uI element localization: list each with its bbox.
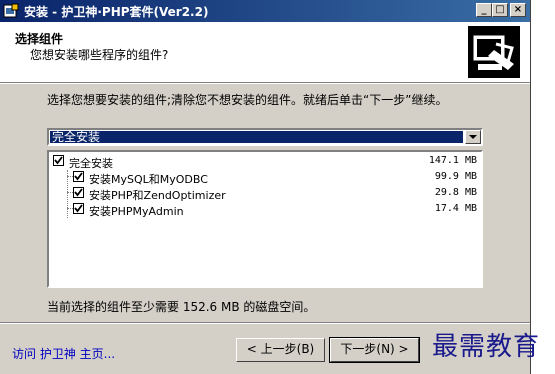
component-label: 安装PHP和ZendOptimizer	[89, 189, 226, 202]
component-checkbox[interactable]	[53, 155, 64, 166]
next-button[interactable]: 下一步(N) >	[329, 337, 420, 363]
component-row[interactable]: 安装PHP和ZendOptimizer 29.8 MB	[49, 186, 479, 202]
title-bar[interactable]: 安装 - 护卫神·PHP套件(Ver2.2) _ □ ×	[0, 0, 530, 22]
disk-space-text: 当前选择的组件至少需要 152.6 MB 的磁盘空间。	[47, 300, 316, 314]
component-row[interactable]: 安装MySQL和MyODBC 99.9 MB	[49, 170, 479, 186]
back-button[interactable]: < 上一步(B)	[236, 338, 325, 362]
watermark-text: 最需教育	[432, 332, 541, 362]
component-row[interactable]: 完全安装 147.1 MB	[49, 154, 479, 170]
header-divider	[0, 83, 530, 84]
page-subtitle: 您想安装哪些程序的组件?	[30, 48, 169, 62]
component-label: 完全安装	[69, 157, 113, 170]
close-button[interactable]: ×	[510, 3, 526, 17]
component-list: 完全安装 147.1 MB 安装MySQL和MyODBC 99.9 MB 安装P…	[47, 150, 483, 288]
wizard-header: 选择组件 您想安装哪些程序的组件?	[0, 22, 530, 83]
component-size: 29.8 MB	[434, 187, 477, 198]
component-label: 安装PHPMyAdmin	[89, 205, 184, 218]
component-label: 安装MySQL和MyODBC	[89, 173, 208, 186]
page-title: 选择组件	[15, 32, 64, 46]
component-size: 147.1 MB	[428, 155, 477, 166]
installer-window: 安装 - 护卫神·PHP套件(Ver2.2) _ □ × 选择组件 您想安装哪些…	[0, 0, 531, 374]
installer-app-icon	[3, 3, 19, 18]
minimize-button[interactable]: _	[476, 3, 492, 17]
instructions-text: 选择您想要安装的组件;清除您不想安装的组件。就绪后单击“下一步”继续。	[47, 93, 448, 107]
maximize-button[interactable]: □	[492, 3, 508, 17]
checkmark-icon	[74, 172, 83, 181]
component-size: 99.9 MB	[434, 171, 477, 182]
component-checkbox[interactable]	[73, 171, 84, 182]
chevron-down-icon[interactable]	[465, 130, 481, 144]
component-size: 17.4 MB	[434, 203, 477, 214]
checkmark-icon	[74, 204, 83, 213]
component-checkbox[interactable]	[73, 203, 84, 214]
install-type-dropdown[interactable]: 完全安装	[47, 128, 483, 146]
install-computer-icon	[468, 26, 520, 78]
checkmark-icon	[54, 156, 63, 165]
homepage-link[interactable]: 访问 护卫神 主页...	[12, 345, 115, 362]
window-title: 安装 - 护卫神·PHP套件(Ver2.2)	[24, 5, 209, 19]
checkmark-icon	[74, 188, 83, 197]
component-checkbox[interactable]	[73, 187, 84, 198]
install-type-selected: 完全安装	[50, 131, 463, 143]
footer-divider-highlight	[0, 323, 530, 324]
component-row[interactable]: 安装PHPMyAdmin 17.4 MB	[49, 202, 479, 218]
